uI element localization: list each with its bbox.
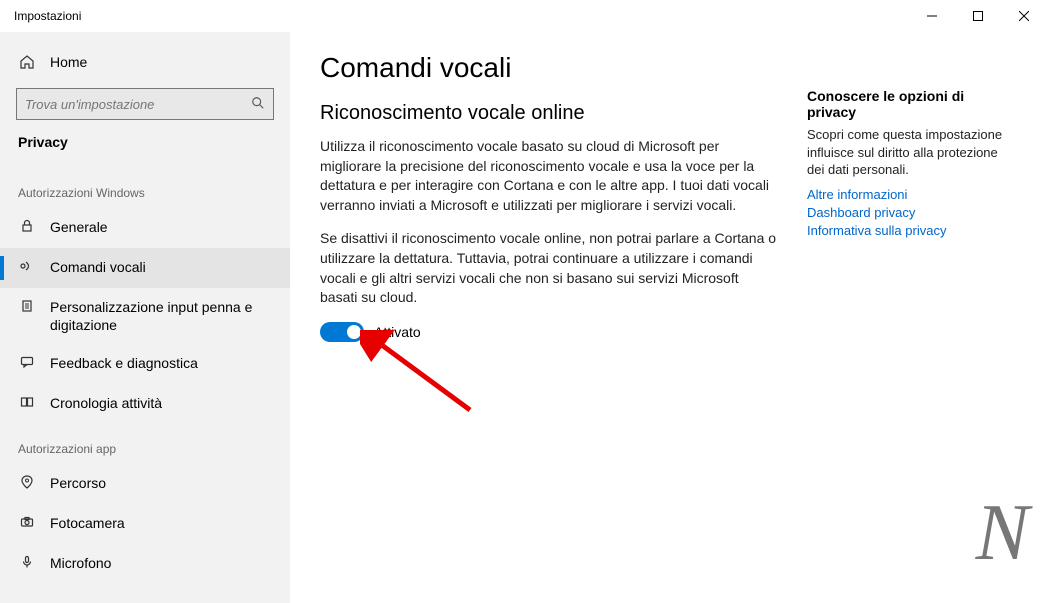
aside-link-more-info[interactable]: Altre informazioni	[807, 187, 1017, 202]
microphone-icon	[18, 554, 36, 569]
speech-toggle[interactable]	[320, 322, 364, 342]
section-title: Riconoscimento vocale online	[320, 102, 777, 125]
window-title: Impostazioni	[14, 9, 81, 23]
close-button[interactable]	[1001, 0, 1047, 32]
sidebar-item-inking[interactable]: Personalizzazione input penna e digitazi…	[0, 288, 290, 344]
sidebar-item-label: Generale	[50, 218, 272, 236]
sidebar-item-location[interactable]: Percorso	[0, 464, 290, 504]
toggle-label: Attivato	[374, 324, 421, 340]
sidebar-item-label: Percorso	[50, 474, 272, 492]
clipboard-icon	[18, 298, 36, 313]
sidebar-section-apps: Autorizzazioni app	[0, 424, 290, 464]
search-icon	[251, 96, 265, 113]
breadcrumb: Privacy	[0, 128, 290, 168]
main-content: Comandi vocali Riconoscimento vocale onl…	[290, 32, 1047, 603]
sidebar-item-label: Fotocamera	[50, 514, 272, 532]
sidebar-item-label: Cronologia attività	[50, 394, 272, 412]
sidebar-item-label: Feedback e diagnostica	[50, 354, 272, 372]
sidebar-item-camera[interactable]: Fotocamera	[0, 504, 290, 544]
sidebar-item-label: Personalizzazione input penna e digitazi…	[50, 298, 272, 334]
feedback-icon	[18, 354, 36, 369]
titlebar: Impostazioni	[0, 0, 1047, 32]
sidebar-item-label: Microfono	[50, 554, 272, 572]
aside-title: Conoscere le opzioni di privacy	[807, 88, 1017, 120]
sidebar-item-microphone[interactable]: Microfono	[0, 544, 290, 584]
location-icon	[18, 474, 36, 489]
home-icon	[18, 54, 36, 70]
aside-description: Scopri come questa impostazione influisc…	[807, 126, 1017, 179]
sidebar-home-label: Home	[50, 54, 87, 70]
toggle-row: Attivato	[320, 322, 777, 342]
page-title: Comandi vocali	[320, 52, 777, 84]
sidebar-item-history[interactable]: Cronologia attività	[0, 384, 290, 424]
sidebar-item-general[interactable]: Generale	[0, 208, 290, 248]
sidebar-item-speech[interactable]: Comandi vocali	[0, 248, 290, 288]
description-paragraph-1: Utilizza il riconoscimento vocale basato…	[320, 137, 777, 215]
history-icon	[18, 394, 36, 409]
sidebar-home[interactable]: Home	[0, 42, 290, 82]
aside-link-privacy[interactable]: Informativa sulla privacy	[807, 223, 1017, 238]
sidebar-section-windows: Autorizzazioni Windows	[0, 168, 290, 208]
lock-icon	[18, 218, 36, 233]
search-input[interactable]	[25, 97, 251, 112]
aside-panel: Conoscere le opzioni di privacy Scopri c…	[807, 52, 1017, 603]
sidebar-item-feedback[interactable]: Feedback e diagnostica	[0, 344, 290, 384]
description-paragraph-2: Se disattivi il riconoscimento vocale on…	[320, 229, 777, 307]
camera-icon	[18, 514, 36, 529]
window-controls	[909, 0, 1047, 32]
aside-link-dashboard[interactable]: Dashboard privacy	[807, 205, 1017, 220]
speech-icon	[18, 258, 36, 273]
maximize-button[interactable]	[955, 0, 1001, 32]
minimize-button[interactable]	[909, 0, 955, 32]
sidebar: Home Privacy Autorizzazioni Windows Gene…	[0, 32, 290, 603]
sidebar-item-label: Comandi vocali	[50, 258, 272, 276]
search-input-container[interactable]	[16, 88, 274, 120]
